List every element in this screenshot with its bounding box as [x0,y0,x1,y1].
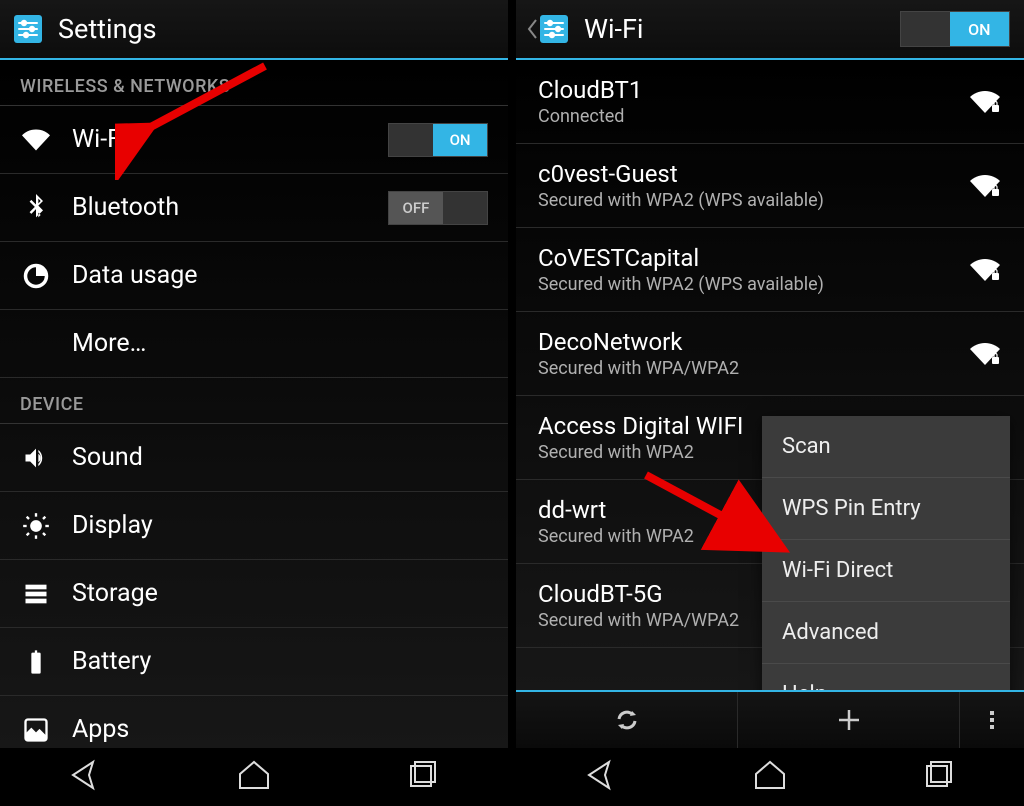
row-bluetooth-label: Bluetooth [72,193,388,222]
display-icon [20,510,52,542]
wifi-master-toggle[interactable]: ON [900,11,1010,47]
toggle-off-label: OFF [389,192,443,224]
phone-settings: Settings WIRELESS & NETWORKS Wi-Fi ON Bl… [0,0,508,806]
toggle-on-label: ON [950,12,1009,46]
wps-push-button[interactable] [516,692,738,748]
row-sound-label: Sound [72,443,488,472]
row-more-label: More… [72,329,488,358]
nav-back-icon[interactable] [581,758,621,796]
actionbar-settings: Settings [0,0,508,60]
settings-icon [10,11,46,47]
row-apps-label: Apps [72,715,488,744]
menu-item-advanced[interactable]: Advanced [762,602,1010,664]
wifi-network-row[interactable]: CoVESTCapital Secured with WPA2 (WPS ava… [516,228,1024,312]
actionbar-title: Wi-Fi [584,13,900,45]
wifi-status: Secured with WPA/WPA2 [538,358,958,379]
nav-back-icon[interactable] [65,758,105,796]
system-navbar-left [0,748,508,806]
toggle-on-label: ON [433,124,487,156]
system-navbar-right [516,748,1024,806]
wifi-network-row[interactable]: DecoNetwork Secured with WPA/WPA2 [516,312,1024,396]
phone-wifi: Wi-Fi ON CloudBT1 Connected c0vest-Guest… [516,0,1024,806]
overflow-button[interactable] [960,692,1024,748]
wifi-status: Secured with WPA2 (WPS available) [538,190,958,211]
wifi-ssid: DecoNetwork [538,328,958,356]
row-storage-label: Storage [72,579,488,608]
row-display[interactable]: Display [0,492,508,560]
sound-icon [20,442,52,474]
wifi-split-actionbar [516,690,1024,748]
wifi-ssid: CoVESTCapital [538,244,958,272]
menu-item-wifi-direct[interactable]: Wi-Fi Direct [762,540,1010,602]
wifi-network-row[interactable]: CloudBT1 Connected [516,60,1024,144]
battery-icon [20,646,52,678]
wifi-signal-secure-icon [968,88,1002,116]
section-wireless-networks: WIRELESS & NETWORKS [0,60,508,106]
row-wifi-label: Wi-Fi [72,125,388,154]
wifi-ssid: c0vest-Guest [538,160,958,188]
row-data-usage[interactable]: Data usage [0,242,508,310]
row-sound[interactable]: Sound [0,424,508,492]
section-device: DEVICE [0,378,508,424]
add-network-button[interactable] [738,692,960,748]
row-battery[interactable]: Battery [0,628,508,696]
menu-item-help[interactable]: Help [762,664,1010,690]
wifi-status: Connected [538,106,958,127]
wifi-icon [20,124,52,156]
actionbar-wifi: Wi-Fi ON [516,0,1024,60]
storage-icon [20,578,52,610]
settings-content: WIRELESS & NETWORKS Wi-Fi ON Bluetooth O… [0,60,508,748]
actionbar-title: Settings [58,13,494,45]
nav-recent-icon[interactable] [403,758,443,796]
row-display-label: Display [72,511,488,540]
wifi-status: Secured with WPA2 (WPS available) [538,274,958,295]
row-data-usage-label: Data usage [72,261,488,290]
row-apps[interactable]: Apps [0,696,508,748]
row-wifi[interactable]: Wi-Fi ON [0,106,508,174]
data-usage-icon [20,260,52,292]
row-battery-label: Battery [72,647,488,676]
row-more[interactable]: More… [0,310,508,378]
bluetooth-toggle[interactable]: OFF [388,191,488,225]
menu-item-scan[interactable]: Scan [762,416,1010,478]
nav-home-icon[interactable] [750,758,790,796]
wifi-signal-secure-icon [968,340,1002,368]
menu-item-wps[interactable]: WPS Pin Entry [762,478,1010,540]
wifi-signal-secure-icon [968,172,1002,200]
nav-home-icon[interactable] [234,758,274,796]
wifi-signal-secure-icon [968,256,1002,284]
wifi-ssid: CloudBT1 [538,76,958,104]
row-bluetooth[interactable]: Bluetooth OFF [0,174,508,242]
apps-icon [20,714,52,746]
settings-icon[interactable] [536,11,572,47]
wifi-network-row[interactable]: c0vest-Guest Secured with WPA2 (WPS avai… [516,144,1024,228]
bluetooth-icon [20,192,52,224]
overflow-menu: Scan WPS Pin Entry Wi-Fi Direct Advanced… [762,416,1010,690]
row-storage[interactable]: Storage [0,560,508,628]
nav-recent-icon[interactable] [919,758,959,796]
wifi-toggle[interactable]: ON [388,123,488,157]
wifi-content: CloudBT1 Connected c0vest-Guest Secured … [516,60,1024,690]
